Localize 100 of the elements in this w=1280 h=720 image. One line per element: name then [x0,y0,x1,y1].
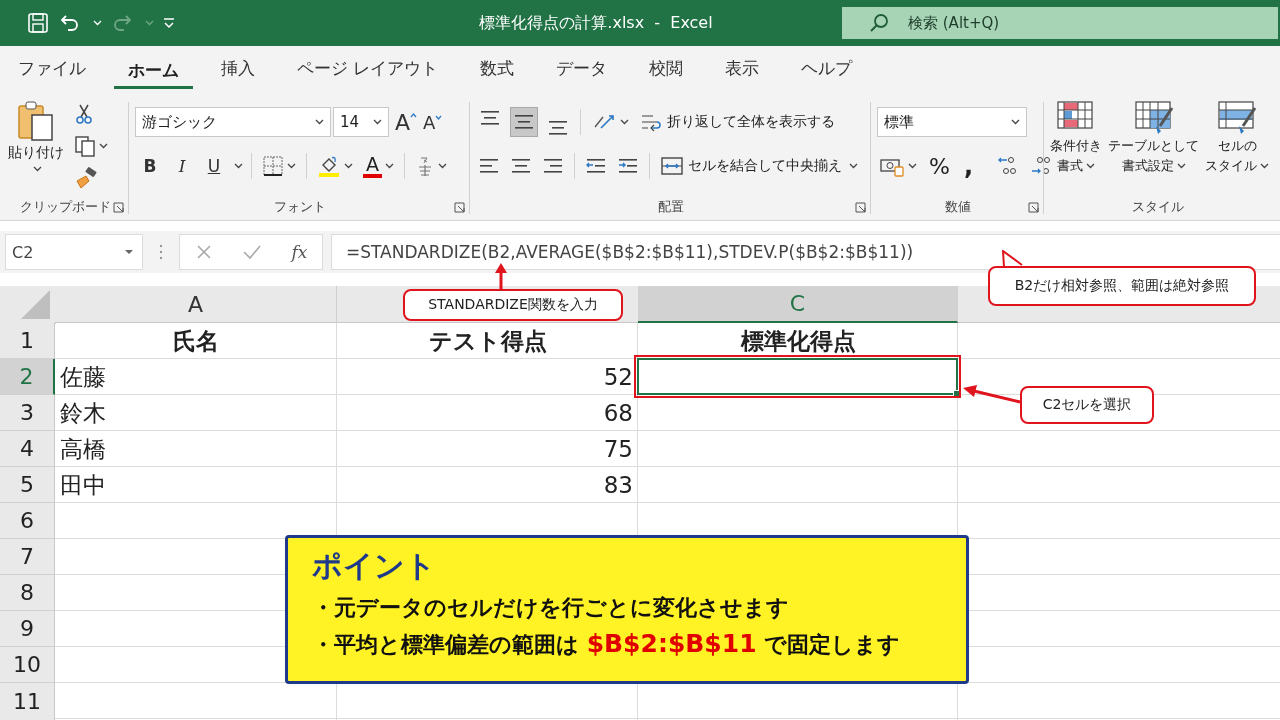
cell-styles-button[interactable]: セルの スタイル [1205,100,1269,176]
ribbon-tab[interactable]: ヘルプ [787,46,867,92]
cut-icon[interactable] [74,103,94,125]
fill-color-icon[interactable] [317,154,341,178]
italic-button[interactable]: I [171,156,193,176]
caret-icon[interactable] [234,163,243,169]
insert-function-button[interactable]: fx [291,242,308,262]
table-cell-text: 高橋 [59,434,107,464]
clipboard-icon[interactable] [16,100,56,142]
window-title: 標準化得点の計算.xlsx - Excel [478,12,714,34]
paste-button[interactable]: 貼り付け [6,100,66,172]
table-cell-text: 68 [602,399,634,428]
group-label: フォント [274,198,326,216]
dialog-launcher-icon[interactable] [454,202,465,213]
dialog-launcher-icon[interactable] [113,202,124,213]
caret-icon[interactable] [1260,163,1269,169]
callout: STANDARDIZE関数を入力 [403,289,623,321]
borders-icon[interactable] [262,155,284,177]
save-icon[interactable] [26,11,50,35]
dialog-launcher-icon[interactable] [855,202,866,213]
group-label: スタイル [1132,198,1184,216]
ribbon-tab[interactable]: ファイル [18,46,100,92]
row-header[interactable]: 9 [0,611,55,647]
caret-icon[interactable] [438,163,447,169]
dropdown-arrow-icon[interactable] [124,249,134,255]
caret-icon[interactable] [849,163,858,169]
column-header[interactable]: A [55,286,337,323]
percent-button[interactable]: % [925,153,954,179]
row-header[interactable]: 2 [0,359,55,395]
row-header[interactable]: 10 [0,647,55,683]
ribbon-tab[interactable]: 表示 [711,46,774,92]
caret-icon[interactable] [1011,119,1020,125]
search-field[interactable]: 検索 (Alt+Q) [842,7,1278,39]
caret-icon[interactable] [908,163,917,169]
point-text: ・元データのセルだけを行ごとに変化させます [312,594,790,622]
table-cell-text: 氏名 [172,326,220,356]
group-label: クリップボード [19,198,111,216]
name-box[interactable]: C2 [5,234,143,270]
font-name-dropdown[interactable]: 游ゴシック [135,107,331,137]
row-header[interactable]: 8 [0,575,55,611]
table-brush-icon [1133,100,1174,136]
brush-icon[interactable] [74,167,98,189]
caret-icon[interactable] [33,166,42,172]
caret-icon[interactable] [620,119,629,125]
copy-icon[interactable] [74,135,96,157]
formula-field[interactable]: =STANDARDIZE(B2,AVERAGE($B$2:$B$11),STDEV.P($B$2:$B$11)) [331,234,1280,270]
align-icon [514,115,534,129]
table-cell-text: 田中 [59,470,107,500]
merge-center-button[interactable]: セルを結合して中央揃え [660,154,858,178]
row-header[interactable]: 11 [0,683,55,720]
grip-icon [159,244,163,260]
format-as-table-button[interactable]: テーブルとして 書式設定 [1108,100,1199,176]
ribbon-tab[interactable]: データ [542,46,622,92]
merge-cells-icon [660,154,684,178]
row-header[interactable]: 4 [0,431,55,467]
ribbon-tab[interactable]: 数式 [466,46,529,92]
column-header[interactable]: C [638,286,958,323]
group-label: 配置 [658,198,684,216]
row-header[interactable]: 3 [0,395,55,431]
table-cell-text: 83 [602,471,634,500]
ribbon-tab[interactable]: 校閲 [635,46,698,92]
fill-handle[interactable] [953,390,960,397]
underline-button[interactable]: U [203,156,225,176]
conditional-formatting-button[interactable]: 条件付き 書式 [1050,100,1102,176]
row-header[interactable]: 6 [0,503,55,539]
middle-align-button[interactable] [510,107,538,137]
number-format-dropdown[interactable]: 標準 [877,107,1027,137]
table-cell-text: テスト得点 [427,326,548,356]
table-cell-text: 75 [602,435,634,464]
caret-icon[interactable] [1176,163,1186,169]
dialog-launcher-icon[interactable] [1028,202,1039,213]
caret-icon[interactable] [344,163,353,169]
ribbon-tab[interactable]: ホーム [114,49,193,89]
ribbon-tab[interactable]: 挿入 [207,46,269,92]
font-size-dropdown[interactable]: 14 [333,107,389,137]
caret-icon[interactable] [373,119,382,125]
caret-icon[interactable] [99,143,108,149]
customize-icon[interactable] [162,17,176,29]
arrow-down-icon [435,114,443,120]
increase-font-button[interactable]: A [395,109,418,135]
row-header[interactable]: 5 [0,467,55,503]
table-cell-text: 鈴木 [59,398,107,428]
caret-icon[interactable] [315,119,324,125]
search-icon[interactable] [868,12,890,34]
table-cell-text: 標準化得点 [739,326,857,356]
ribbon-tab[interactable]: ページ レイアウト [283,46,453,92]
align-icon [480,111,500,125]
decrease-font-button[interactable]: A [423,111,443,133]
caret-icon[interactable] [1086,163,1095,169]
align-icon [548,121,568,135]
caret-icon[interactable] [287,163,296,169]
row-header[interactable]: 1 [0,323,55,359]
table-cell-text: 52 [602,363,634,392]
bold-button[interactable]: B [139,156,161,176]
caret-icon[interactable] [385,163,394,169]
row-header[interactable]: 7 [0,539,55,575]
font-color-button[interactable]: A [363,154,382,178]
point-text: ・平均と標準偏差の範囲は $B$2:$B$11 で固定します [312,629,902,660]
group-label: 数値 [945,198,971,216]
wrap-text-button[interactable]: 折り返して全体を表示する [639,110,835,134]
